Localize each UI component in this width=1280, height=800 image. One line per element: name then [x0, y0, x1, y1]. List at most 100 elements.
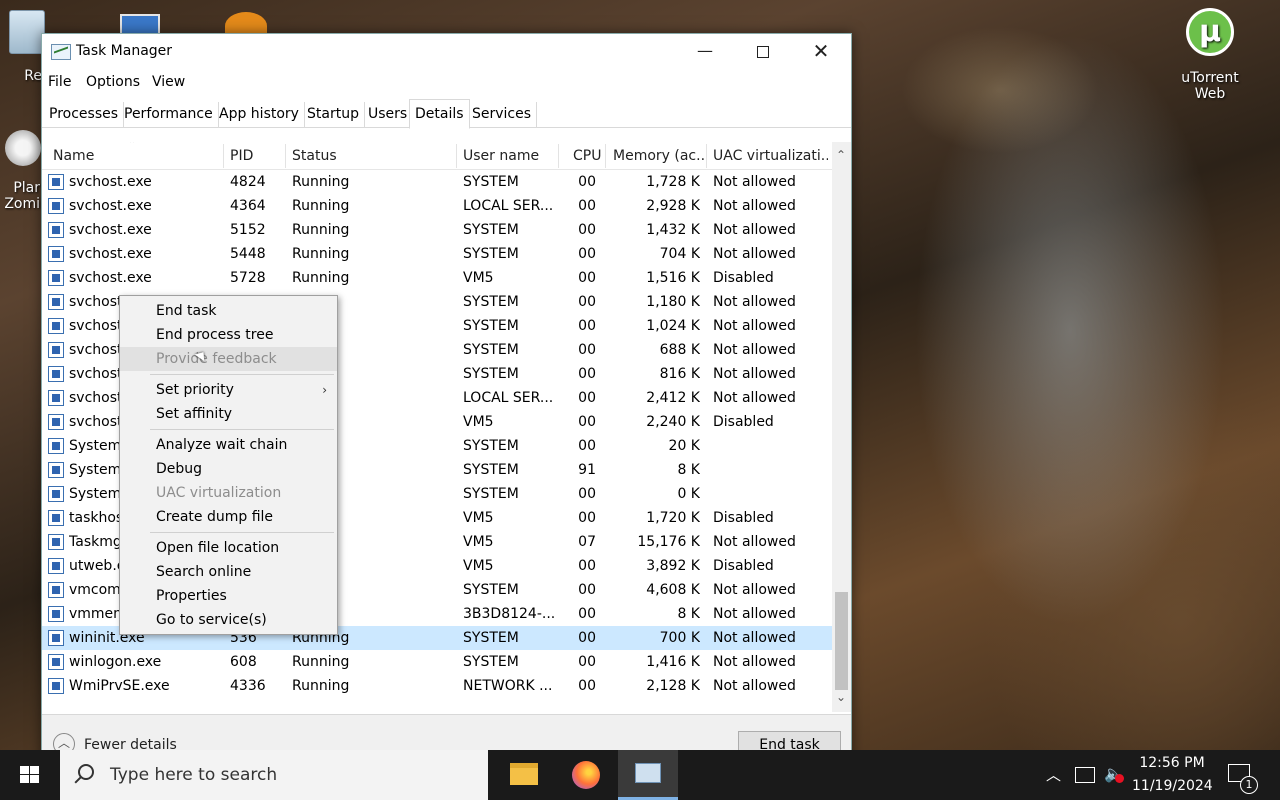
table-row[interactable]: svchost.exe 5152 Running SYSTEM 00 1,432 K Not… [42, 218, 832, 242]
context-menu-item-debug[interactable]: Debug [120, 457, 337, 481]
process-uac: Not allowed [713, 174, 796, 190]
process-status: Running [292, 270, 350, 286]
process-memory: 1,728 K [646, 174, 700, 190]
process-cpu: 00 [578, 654, 596, 670]
column-cpu[interactable]: CPU [573, 148, 601, 164]
menu-file[interactable]: File [48, 74, 71, 90]
menu-options[interactable]: Options [86, 74, 140, 90]
column-name[interactable]: Name [53, 148, 94, 164]
show-hidden-icons-chevron-icon[interactable]: ︿ [1046, 764, 1061, 785]
task-manager-taskbar-button[interactable] [618, 750, 678, 800]
title-bar[interactable]: Task Manager — ✕ [42, 34, 851, 70]
tab-app-history[interactable]: App history [214, 102, 305, 128]
context-menu-item-provide-feedback[interactable]: Provide feedback [120, 347, 337, 371]
scrollbar-thumb[interactable] [835, 592, 848, 690]
context-menu: End task End process tree Provide feedback… [119, 295, 338, 635]
process-name: svchost.exe [69, 174, 152, 190]
taskbar-search-box[interactable]: Type here to search [60, 750, 488, 800]
context-menu-item-end-process-tree[interactable]: End process tree [120, 323, 337, 347]
process-memory: 3,892 K [646, 558, 700, 574]
context-menu-item-set-priority[interactable]: Set priority › [120, 378, 337, 402]
tab-details[interactable]: Details [409, 99, 470, 129]
context-menu-item-create-dump-file[interactable]: Create dump file [120, 505, 337, 529]
file-explorer-taskbar-button[interactable] [494, 750, 552, 800]
search-icon [78, 764, 94, 780]
process-pid: 4336 [230, 678, 266, 694]
clock-time[interactable]: 12:56 PM [1138, 755, 1206, 771]
process-icon [48, 318, 64, 334]
process-user: SYSTEM [463, 462, 519, 478]
column-uac-virtualization[interactable]: UAC virtualizati... [713, 148, 828, 164]
context-menu-item-set-affinity[interactable]: Set affinity [120, 402, 337, 426]
process-cpu: 00 [578, 342, 596, 358]
process-uac: Not allowed [713, 390, 796, 406]
process-uac: Not allowed [713, 198, 796, 214]
process-icon [48, 510, 64, 526]
process-memory: 15,176 K [637, 534, 700, 550]
context-menu-item-uac-virtualization[interactable]: UAC virtualization [120, 481, 337, 505]
process-icon [48, 174, 64, 190]
process-icon [48, 246, 64, 262]
process-name: WmiPrvSE.exe [69, 678, 170, 694]
column-status[interactable]: Status [292, 148, 337, 164]
scroll-up-icon[interactable]: ⌃ [836, 148, 846, 162]
table-row[interactable]: svchost.exe 4824 Running SYSTEM 00 1,728 K Not… [42, 170, 832, 194]
column-memory[interactable]: Memory (ac... [613, 148, 705, 164]
table-row[interactable]: WmiPrvSE.exe 4336 Running NETWORK ... 00 2,12… [42, 674, 832, 698]
process-pid: 5448 [230, 246, 266, 262]
context-menu-item-label: Set affinity [156, 406, 233, 422]
volume-muted-badge-icon [1115, 774, 1124, 783]
sort-ascending-icon: ⌃ [128, 142, 137, 150]
close-button[interactable]: ✕ [792, 34, 850, 70]
menu-view[interactable]: View [152, 74, 185, 90]
table-row[interactable]: svchost.exe 4364 Running LOCAL SER... 00 2,92… [42, 194, 832, 218]
table-row[interactable]: svchost.exe 5448 Running SYSTEM 00 704 K Not a… [42, 242, 832, 266]
process-name: svchost.exe [69, 222, 152, 238]
table-row[interactable]: winlogon.exe 608 Running SYSTEM 00 1,416 K Not… [42, 650, 832, 674]
network-icon[interactable] [1075, 767, 1095, 783]
context-menu-item-properties[interactable]: Properties [120, 584, 337, 608]
column-user-name[interactable]: User name [463, 148, 539, 164]
process-status: Running [292, 654, 350, 670]
clock-date[interactable]: 11/19/2024 [1132, 778, 1213, 794]
process-cpu: 00 [578, 246, 596, 262]
scroll-down-icon[interactable]: ⌄ [836, 690, 846, 704]
process-memory: 704 K [659, 246, 700, 262]
tab-performance[interactable]: Performance [119, 102, 219, 128]
process-user: VM5 [463, 414, 494, 430]
process-memory: 8 K [677, 606, 700, 622]
process-user: SYSTEM [463, 654, 519, 670]
process-cpu: 00 [578, 510, 596, 526]
context-menu-item-search-online[interactable]: Search online [120, 560, 337, 584]
column-pid[interactable]: PID [230, 148, 253, 164]
start-button[interactable] [0, 750, 60, 800]
process-memory: 20 K [668, 438, 700, 454]
context-menu-item-go-to-service-s[interactable]: Go to service(s) [120, 608, 337, 632]
context-menu-item-end-task[interactable]: End task [120, 299, 337, 323]
process-cpu: 00 [578, 558, 596, 574]
tab-users[interactable]: Users [363, 102, 414, 128]
context-menu-item-open-file-location[interactable]: Open file location [120, 536, 337, 560]
process-icon [48, 678, 64, 694]
context-menu-item-label: Search online [156, 564, 252, 580]
process-cpu: 00 [578, 294, 596, 310]
process-memory: 0 K [677, 486, 700, 502]
context-menu-item-label: UAC virtualization [156, 485, 282, 501]
table-row[interactable]: svchost.exe 5728 Running VM5 00 1,516 K Disabl… [42, 266, 832, 290]
process-icon [48, 606, 64, 622]
tab-startup[interactable]: Startup [302, 102, 365, 128]
process-user: LOCAL SER... [463, 390, 554, 406]
context-menu-item-analyze-wait-chain[interactable]: Analyze wait chain [120, 433, 337, 457]
maximize-button[interactable] [734, 34, 792, 70]
minimize-button[interactable]: — [676, 34, 734, 70]
taskbar: Type here to search ︿ 🔈 [0, 750, 1280, 800]
vertical-scrollbar[interactable]: ⌃ ⌄ [832, 142, 851, 712]
tab-processes[interactable]: Processes [44, 102, 125, 128]
firefox-taskbar-button[interactable] [556, 750, 614, 800]
process-name: winlogon.exe [69, 654, 162, 670]
process-user: VM5 [463, 558, 494, 574]
process-cpu: 00 [578, 174, 596, 190]
tab-services[interactable]: Services [467, 102, 538, 128]
process-user: VM5 [463, 534, 494, 550]
utorrent-web-desktop-icon[interactable]: µ uTorrent Web [1165, 8, 1255, 102]
